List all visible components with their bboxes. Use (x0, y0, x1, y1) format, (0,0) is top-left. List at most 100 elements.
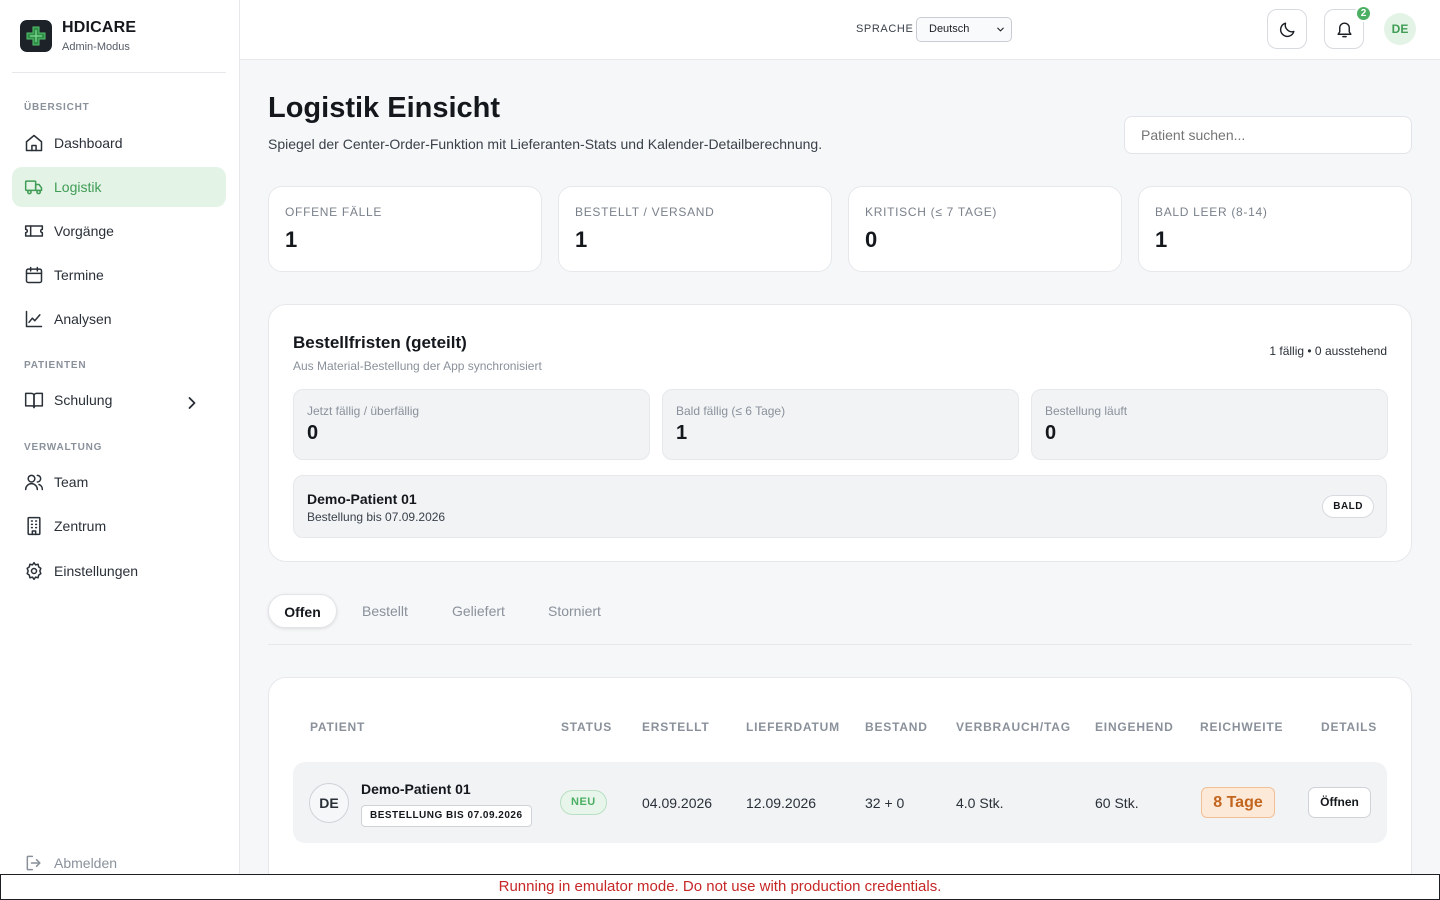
home-icon (25, 134, 43, 152)
section-label-admin: VERWALTUNG (24, 442, 103, 453)
tab-storniert[interactable]: Storniert (548, 594, 601, 628)
sidebar-item-zentrum[interactable]: Zentrum (12, 506, 226, 546)
column-header: LIEFERDATUM (746, 720, 840, 734)
column-header: REICHWEITE (1200, 720, 1284, 734)
column-header: EINGEHEND (1095, 720, 1174, 734)
column-header: STATUS (561, 720, 613, 734)
stat-value: 1 (575, 227, 588, 252)
brand-name: HDICARE (62, 19, 137, 36)
logo-icon (20, 20, 52, 52)
sidebar-item-label: Einstellungen (54, 563, 139, 579)
status-badge: NEU (560, 790, 607, 815)
avatar: DE (309, 783, 349, 823)
stat-value: 0 (865, 227, 878, 252)
stat-label: BALD LEER (8-14) (1155, 205, 1268, 219)
column-header: PATIENT (310, 720, 366, 734)
language-select[interactable]: Deutsch (916, 17, 1012, 42)
sidebar-item-label: Termine (54, 267, 104, 283)
sidebar-item-dashboard[interactable]: Dashboard (12, 123, 226, 163)
patient-search-input[interactable] (1124, 116, 1412, 154)
users-icon (24, 474, 44, 491)
mini-value: 0 (1045, 422, 1057, 444)
mini-label: Bald fällig (≤ 6 Tage) (676, 404, 786, 418)
avatar[interactable]: DE (1384, 13, 1416, 45)
panel-subtitle: Aus Material-Bestellung der App synchron… (293, 359, 542, 373)
sidebar: HDICARE Admin-Modus ÜBERSICHT Dashboard … (0, 0, 240, 874)
section-label-patients: PATIENTEN (24, 360, 87, 371)
stat-value: 1 (285, 227, 298, 252)
logout-button[interactable]: Abmelden (24, 853, 117, 873)
calendar-icon (25, 266, 43, 284)
deadline-card-due-now: Jetzt fällig / überfällig 0 (293, 389, 650, 460)
logout-icon (26, 855, 41, 871)
stat-card-critical: KRITISCH (≤ 7 TAGE) 0 (848, 186, 1122, 272)
mini-value: 1 (676, 422, 688, 444)
column-header: DETAILS (1321, 720, 1378, 734)
panel-title: Bestellfristen (geteilt) (293, 333, 467, 352)
stat-label: BESTELLT / VERSAND (575, 205, 715, 219)
sidebar-item-analysen[interactable]: Analysen (12, 299, 226, 339)
table-row[interactable]: DE Demo-Patient 01 BESTELLUNG BIS 07.09.… (293, 762, 1387, 843)
mini-value: 0 (307, 422, 319, 444)
tab-offen[interactable]: Offen (268, 594, 337, 628)
theme-toggle-button[interactable] (1267, 9, 1307, 49)
book-icon (24, 392, 44, 409)
divider (12, 72, 226, 73)
delivery-date: 12.09.2026 (746, 795, 817, 811)
stat-card-ordered-shipping: BESTELLT / VERSAND 1 (558, 186, 832, 272)
building-icon (27, 516, 41, 536)
emulator-warning-banner: Running in emulator mode. Do not use wit… (0, 874, 1440, 900)
column-header: BESTAND (865, 720, 928, 734)
stock-value: 32 + 0 (865, 795, 905, 811)
truck-icon (24, 180, 43, 195)
sidebar-item-schulung[interactable]: Schulung (12, 380, 226, 420)
chevron-down-icon (997, 27, 1004, 32)
tab-bestellt[interactable]: Bestellt (362, 594, 408, 628)
deadline-tag: BESTELLUNG BIS 07.09.2026 (361, 805, 532, 827)
stat-card-open-cases: OFFENE FÄLLE 1 (268, 186, 542, 272)
page-title: Logistik Einsicht (268, 92, 501, 124)
chevron-right-icon (188, 397, 196, 409)
deadline-patient-row[interactable]: Demo-Patient 01 Bestellung bis 07.09.202… (293, 475, 1387, 538)
patient-name: Demo-Patient 01 (307, 491, 417, 507)
ticket-icon (24, 225, 44, 237)
sidebar-item-label: Team (54, 474, 89, 490)
column-header: ERSTELLT (642, 720, 710, 734)
language-value: Deutsch (929, 23, 970, 35)
reach-badge: 8 Tage (1201, 787, 1275, 818)
deadline-card-due-soon: Bald fällig (≤ 6 Tage) 1 (662, 389, 1019, 460)
sidebar-item-label: Logistik (54, 179, 102, 195)
column-header: VERBRAUCH/TAG (956, 720, 1071, 734)
sidebar-item-team[interactable]: Team (12, 462, 226, 502)
deadline-card-in-progress: Bestellung läuft 0 (1031, 389, 1388, 460)
stat-label: KRITISCH (≤ 7 TAGE) (865, 205, 998, 219)
divider (268, 644, 1412, 645)
bell-icon (1336, 22, 1352, 37)
sidebar-item-einstellungen[interactable]: Einstellungen (12, 551, 226, 591)
brand[interactable]: HDICARE Admin-Modus (20, 19, 136, 53)
brand-mode: Admin-Modus (62, 41, 130, 53)
status-badge: BALD (1322, 495, 1374, 518)
moon-icon (1279, 21, 1295, 37)
sidebar-item-label: Vorgänge (54, 223, 114, 239)
sidebar-item-termine[interactable]: Termine (12, 255, 226, 295)
language-label: SPRACHE (856, 23, 914, 35)
sidebar-item-vorgaenge[interactable]: Vorgänge (12, 211, 226, 251)
logout-label: Abmelden (54, 855, 118, 871)
order-deadlines-panel: Bestellfristen (geteilt) Aus Material-Be… (268, 304, 1412, 562)
created-date: 04.09.2026 (642, 795, 713, 811)
patient-deadline: Bestellung bis 07.09.2026 (307, 510, 446, 524)
tab-geliefert[interactable]: Geliefert (452, 594, 505, 628)
panel-meta: 1 fällig • 0 ausstehend (1269, 344, 1387, 358)
notification-badge: 2 (1355, 5, 1372, 22)
open-details-button[interactable]: Öffnen (1308, 787, 1371, 818)
sidebar-item-label: Analysen (54, 311, 112, 327)
sidebar-item-logistik[interactable]: Logistik (12, 167, 226, 207)
mini-label: Jetzt fällig / überfällig (307, 404, 420, 418)
usage-value: 4.0 Stk. (956, 795, 1004, 811)
mini-label: Bestellung läuft (1045, 404, 1128, 418)
topbar (240, 0, 1440, 60)
stat-label: OFFENE FÄLLE (285, 205, 383, 219)
gear-icon (26, 561, 42, 581)
patient-name: Demo-Patient 01 (361, 781, 471, 797)
